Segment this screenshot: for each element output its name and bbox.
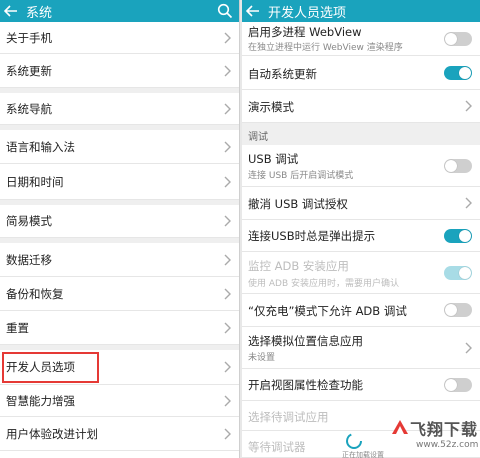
setting-subtitle: 在独立进程中运行 WebView 渲染程序 (248, 43, 403, 53)
chevron-right-icon (224, 141, 231, 152)
developer-options-highlight (2, 352, 99, 383)
settings-item-label: 用户体验改进计划 (6, 426, 98, 441)
setting-auto-system-update[interactable]: 自动系统更新 (242, 56, 480, 90)
setting-subtitle: 未设置 (248, 353, 276, 363)
chevron-right-icon (224, 395, 231, 406)
settings-item-language-input[interactable]: 语言和输入法 (0, 130, 239, 164)
setting-usb-popup[interactable]: 连接USB时总是弹出提示 (242, 220, 480, 252)
developer-options-pane: 开发人员选项 启用多进程 WebView 在独立进程中运行 WebView 渲染… (242, 0, 480, 458)
setting-usb-debugging[interactable]: USB 调试 连接 USB 后开启调试模式 (242, 145, 480, 187)
settings-item-user-experience[interactable]: 用户体验改进计划 (0, 417, 239, 451)
setting-title: 启用多进程 WebView (248, 25, 362, 39)
settings-item-date-time[interactable]: 日期和时间 (0, 164, 239, 200)
settings-item-simple-mode[interactable]: 简易模式 (0, 205, 239, 238)
loading-text: 正在加载设置 (342, 451, 384, 458)
setting-title: 等待调试器 (248, 440, 306, 454)
setting-title: 监控 ADB 安装应用 (248, 259, 349, 273)
settings-item-reset[interactable]: 重置 (0, 311, 239, 345)
settings-item-label: 数据迁移 (6, 252, 52, 267)
setting-title: 开启视图属性检查功能 (248, 378, 363, 392)
page-title: 开发人员选项 (268, 5, 347, 21)
right-header: 开发人员选项 (242, 0, 480, 22)
settings-item-label: 重置 (6, 320, 29, 335)
chevron-right-icon (465, 100, 472, 112)
watermark-logo-icon (392, 420, 408, 434)
setting-view-attribute-inspection[interactable]: 开启视图属性检查功能 (242, 369, 480, 401)
search-icon[interactable] (217, 3, 233, 19)
toggle-switch (444, 265, 472, 280)
toggle-switch[interactable] (444, 377, 472, 392)
chevron-right-icon (224, 361, 231, 373)
left-header: 系统 (0, 0, 239, 22)
setting-title: 撤消 USB 调试授权 (248, 197, 348, 211)
watermark: 飞翔下载 www.52z.com (388, 414, 480, 458)
settings-item-system-navigation[interactable]: 系统导航 (0, 93, 239, 125)
loading-spinner-icon (346, 433, 362, 449)
toggle-switch[interactable] (444, 65, 472, 80)
chevron-right-icon (224, 428, 231, 439)
settings-item-about-phone[interactable]: 关于手机 (0, 22, 239, 54)
section-header-debugging: 调试 (242, 123, 480, 145)
setting-title: 连接USB时总是弹出提示 (248, 229, 376, 243)
toggle-switch[interactable] (444, 228, 472, 243)
settings-item-label: 关于手机 (6, 30, 52, 45)
back-arrow-icon[interactable] (0, 0, 22, 22)
settings-item-data-migration[interactable]: 数据迁移 (0, 243, 239, 277)
back-arrow-icon[interactable] (242, 0, 264, 22)
setting-title: 选择模拟位置信息应用 (248, 334, 363, 348)
chevron-right-icon (224, 65, 231, 76)
setting-multiprocess-webview[interactable]: 启用多进程 WebView 在独立进程中运行 WebView 渲染程序 (242, 22, 480, 56)
settings-item-smart-enhance[interactable]: 智慧能力增强 (0, 385, 239, 417)
chevron-right-icon (224, 215, 231, 227)
setting-subtitle: 连接 USB 后开启调试模式 (248, 171, 354, 181)
chevron-right-icon (224, 322, 231, 333)
chevron-right-icon (224, 176, 231, 187)
chevron-right-icon (465, 342, 472, 353)
settings-item-label: 备份和恢复 (6, 286, 64, 301)
system-settings-pane: 系统 关于手机 系统更新 系统导航 语言和输入法 日期和时间 简易模式 数据迁移… (0, 0, 240, 458)
setting-title: 演示模式 (248, 100, 294, 114)
chevron-right-icon (224, 103, 231, 114)
setting-title: 选择待调试应用 (248, 410, 329, 424)
settings-item-label: 语言和输入法 (6, 139, 75, 154)
settings-item-label: 系统导航 (6, 101, 52, 116)
toggle-switch[interactable] (444, 303, 472, 317)
settings-item-system-update[interactable]: 系统更新 (0, 54, 239, 88)
chevron-right-icon (465, 197, 472, 209)
setting-subtitle: 使用 ADB 安装应用时，需要用户确认 (248, 279, 399, 289)
chevron-right-icon (224, 254, 231, 265)
watermark-title: 飞翔下载 (410, 420, 479, 439)
page-title: 系统 (26, 5, 53, 21)
settings-item-label: 智慧能力增强 (6, 393, 75, 408)
toggle-switch[interactable] (444, 31, 472, 46)
settings-item-backup-restore[interactable]: 备份和恢复 (0, 277, 239, 311)
watermark-url: www.52z.com (416, 440, 479, 450)
setting-title: USB 调试 (248, 152, 299, 166)
settings-item-label: 系统更新 (6, 63, 52, 78)
toggle-switch[interactable] (444, 158, 472, 173)
setting-title: 自动系统更新 (248, 67, 317, 81)
chevron-right-icon (224, 32, 231, 43)
section-label: 调试 (248, 132, 268, 143)
setting-revoke-usb-auth[interactable]: 撤消 USB 调试授权 (242, 187, 480, 220)
setting-title: “仅充电”模式下允许 ADB 调试 (248, 304, 407, 318)
setting-mock-location-app[interactable]: 选择模拟位置信息应用 未设置 (242, 327, 480, 369)
chevron-right-icon (224, 288, 231, 299)
setting-monitor-adb-install: 监控 ADB 安装应用 使用 ADB 安装应用时，需要用户确认 (242, 252, 480, 294)
setting-charge-only-adb[interactable]: “仅充电”模式下允许 ADB 调试 (242, 294, 480, 327)
settings-item-label: 简易模式 (6, 214, 52, 228)
settings-item-label: 日期和时间 (6, 174, 64, 189)
setting-demo-mode[interactable]: 演示模式 (242, 90, 480, 123)
